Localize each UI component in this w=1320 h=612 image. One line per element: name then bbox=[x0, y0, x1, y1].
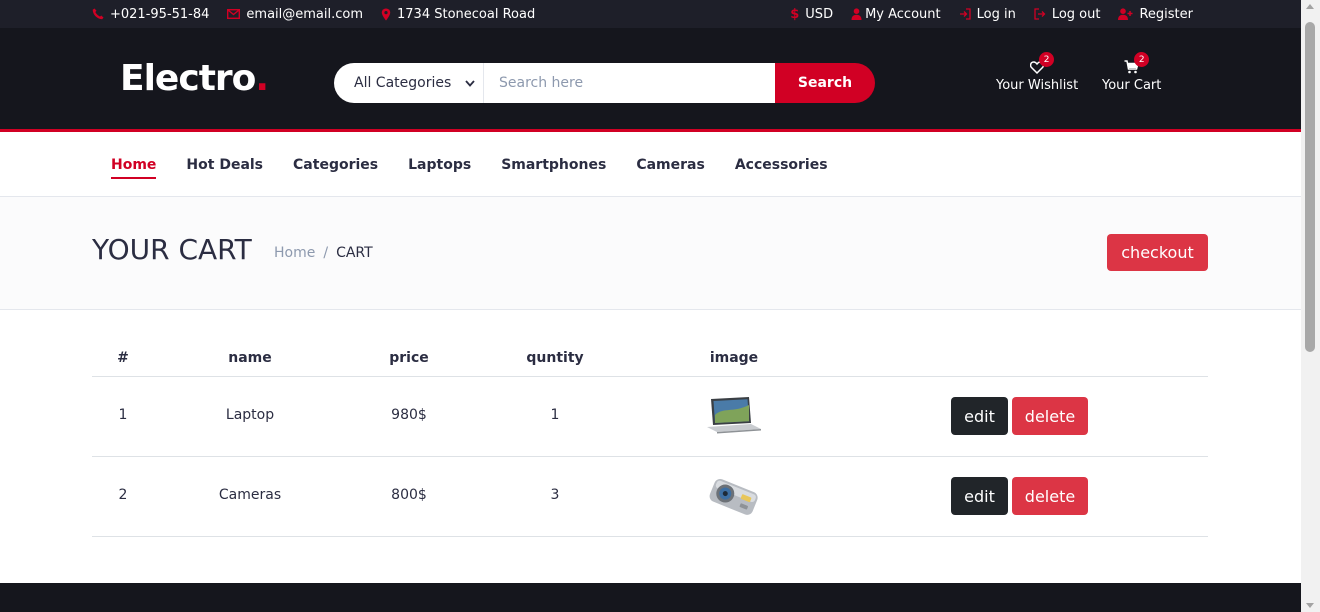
wishlist-label: Your Wishlist bbox=[996, 78, 1079, 93]
sign-in-icon bbox=[959, 8, 971, 20]
nav-list: Home Hot Deals Categories Laptops Smartp… bbox=[111, 157, 828, 179]
login-link[interactable]: Log in bbox=[959, 7, 1016, 22]
row-actions: edit delete bbox=[951, 397, 1088, 435]
row-name: Cameras bbox=[218, 487, 282, 503]
my-account-text: My Account bbox=[865, 6, 941, 22]
row-index: 2 bbox=[118, 487, 128, 503]
wishlist-link[interactable]: 2 Your Wishlist bbox=[996, 52, 1079, 93]
top-header: +021-95-51-84 email@email.com 1734 Stone… bbox=[0, 0, 1301, 28]
wishlist-icon-wrap: 2 bbox=[1029, 52, 1055, 78]
delete-button[interactable]: delete bbox=[1012, 477, 1088, 515]
edit-button[interactable]: edit bbox=[951, 477, 1008, 515]
cart-icon-wrap: 2 bbox=[1124, 52, 1150, 78]
main-navigation: Home Hot Deals Categories Laptops Smartp… bbox=[0, 135, 1301, 197]
breadcrumb-current: CART bbox=[336, 245, 373, 261]
row-index: 1 bbox=[118, 407, 128, 423]
column-header-name: name bbox=[228, 350, 272, 366]
cart-link[interactable]: 2 Your Cart bbox=[1102, 52, 1162, 93]
breadcrumb-home[interactable]: Home bbox=[274, 245, 315, 261]
search-form: All Categories Search here Search bbox=[334, 63, 875, 103]
column-header-quantity: quntity bbox=[526, 350, 584, 366]
row-price: 980$ bbox=[391, 407, 427, 423]
address-link[interactable]: 1734 Stonecoal Road bbox=[381, 7, 535, 22]
column-header-image: image bbox=[709, 350, 759, 366]
row-quantity: 1 bbox=[550, 407, 560, 423]
cart-table: # name price quntity image 1 Laptop 980$… bbox=[92, 340, 1208, 537]
nav-item-hot-deals[interactable]: Hot Deals bbox=[186, 157, 263, 177]
phone-text: +021-95-51-84 bbox=[110, 6, 210, 22]
nav-item-smartphones[interactable]: Smartphones bbox=[501, 157, 606, 177]
nav-item-accessories[interactable]: Accessories bbox=[735, 157, 828, 177]
currency-text: USD bbox=[805, 6, 834, 22]
email-link[interactable]: email@email.com bbox=[227, 7, 363, 22]
wishlist-count-badge: 2 bbox=[1039, 52, 1055, 67]
row-quantity: 3 bbox=[550, 487, 560, 503]
table-header: # name price quntity image bbox=[92, 340, 1208, 377]
address-text: 1734 Stonecoal Road bbox=[397, 6, 536, 22]
scroll-up-arrow-icon[interactable] bbox=[1306, 4, 1314, 9]
table-row: 2 Cameras 800$ 3 edit delete bbox=[92, 457, 1208, 537]
scrollbar-thumb[interactable] bbox=[1305, 22, 1315, 352]
cart-label: Your Cart bbox=[1102, 78, 1162, 93]
laptop-image bbox=[705, 395, 763, 437]
page-scrollbar[interactable] bbox=[1301, 0, 1320, 612]
column-header-index: # bbox=[117, 350, 129, 366]
column-header-price: price bbox=[389, 350, 429, 366]
register-text: Register bbox=[1139, 6, 1193, 22]
checkout-button[interactable]: checkout bbox=[1107, 234, 1208, 271]
category-select[interactable]: All Categories bbox=[334, 63, 484, 103]
breadcrumb-separator: / bbox=[323, 245, 329, 261]
camera-image bbox=[705, 475, 763, 517]
register-link[interactable]: Register bbox=[1118, 7, 1193, 22]
row-price: 800$ bbox=[391, 487, 427, 503]
user-icon bbox=[851, 8, 862, 20]
email-text: email@email.com bbox=[246, 6, 364, 22]
logo-dot: . bbox=[255, 58, 269, 99]
nav-item-laptops[interactable]: Laptops bbox=[408, 157, 471, 177]
main-header: Electro. All Categories Search here Sear… bbox=[0, 28, 1301, 132]
row-name: Laptop bbox=[225, 407, 275, 423]
user-plus-icon bbox=[1118, 8, 1133, 20]
my-account-link[interactable]: My Account bbox=[851, 7, 941, 22]
chevron-down-icon bbox=[465, 75, 475, 91]
breadcrumb-section: YOUR CART Home / CART checkout bbox=[0, 197, 1301, 310]
site-logo[interactable]: Electro. bbox=[120, 58, 269, 99]
search-input[interactable]: Search here bbox=[484, 63, 775, 103]
nav-item-home[interactable]: Home bbox=[111, 157, 157, 179]
phone-icon bbox=[92, 8, 104, 20]
cart-count-badge: 2 bbox=[1134, 52, 1150, 67]
logout-text: Log out bbox=[1051, 6, 1101, 22]
nav-item-cameras[interactable]: Cameras bbox=[636, 157, 705, 177]
login-text: Log in bbox=[976, 6, 1016, 22]
top-header-account: $ USD My Account Log in Log out Register bbox=[790, 0, 1193, 28]
top-header-contacts: +021-95-51-84 email@email.com 1734 Stone… bbox=[92, 0, 535, 28]
scroll-down-arrow-icon[interactable] bbox=[1306, 603, 1314, 608]
row-actions: edit delete bbox=[951, 477, 1088, 515]
breadcrumb: Home / CART bbox=[274, 245, 373, 261]
footer bbox=[0, 583, 1301, 612]
map-marker-icon bbox=[381, 8, 391, 21]
table-row: 1 Laptop 980$ 1 edit delete bbox=[92, 377, 1208, 457]
dollar-icon: $ bbox=[790, 6, 800, 22]
search-placeholder: Search here bbox=[499, 75, 584, 91]
category-select-value: All Categories bbox=[354, 75, 452, 91]
phone-link[interactable]: +021-95-51-84 bbox=[92, 7, 209, 22]
edit-button[interactable]: edit bbox=[951, 397, 1008, 435]
page-title: YOUR CART bbox=[92, 233, 252, 266]
nav-item-categories[interactable]: Categories bbox=[293, 157, 378, 177]
currency-link[interactable]: $ USD bbox=[790, 7, 833, 22]
delete-button[interactable]: delete bbox=[1012, 397, 1088, 435]
logo-text: Electro bbox=[120, 58, 256, 99]
logout-link[interactable]: Log out bbox=[1034, 6, 1101, 22]
search-button[interactable]: Search bbox=[775, 63, 875, 103]
sign-out-icon bbox=[1034, 8, 1046, 20]
envelope-icon bbox=[227, 9, 241, 19]
